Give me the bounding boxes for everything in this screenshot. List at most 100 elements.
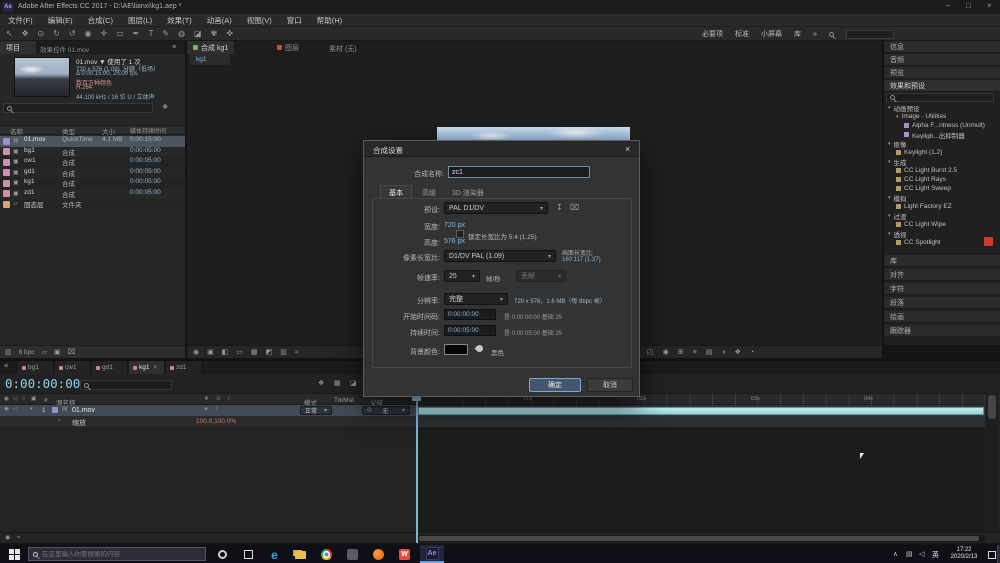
twirl-icon[interactable]: ▾ xyxy=(888,159,891,165)
frame-blending-icon[interactable]: ◪ xyxy=(350,380,357,387)
delete-icon[interactable]: ⌧ xyxy=(68,349,76,356)
frame-rate-dropdown[interactable]: 25 ▾ xyxy=(444,270,480,282)
help-search-input[interactable] xyxy=(845,29,894,39)
region-of-interest-icon[interactable]: ▭ xyxy=(236,349,243,356)
project-row[interactable]: ▤ 01.mov QuickTime 4.1 MB 0:00:15:00 xyxy=(0,136,185,147)
property-value[interactable]: 100.0,100.0% xyxy=(196,418,236,425)
workspace-libraries[interactable]: 库 xyxy=(794,29,801,39)
timeline-button-icon[interactable]: ◔ xyxy=(750,349,754,356)
composition-mini-flowchart-icon[interactable]: ❖ xyxy=(318,380,324,387)
tree-item-effect[interactable]: CC Light Burst 2.5 xyxy=(884,166,998,175)
close-icon[interactable]: × xyxy=(987,2,992,10)
draft-3d-icon[interactable]: ▦ xyxy=(334,380,341,387)
menu-window[interactable]: 窗口 xyxy=(287,15,302,26)
layer-duration-bar[interactable] xyxy=(418,406,984,415)
pickwhip-icon[interactable]: ◎ xyxy=(367,407,372,414)
menu-animation[interactable]: 动画(A) xyxy=(207,15,232,26)
pan-behind-tool-icon[interactable]: ✛ xyxy=(101,30,108,38)
panel-tab-paint[interactable]: 绘画 xyxy=(884,311,1000,323)
horizontal-scrollbar[interactable] xyxy=(417,535,985,542)
delete-preset-icon[interactable]: ⌧ xyxy=(570,204,579,212)
toggle-switches-icon[interactable]: ◉ xyxy=(5,535,10,541)
project-row[interactable]: ▱ 固态层 文件夹 xyxy=(0,199,185,210)
layer-twirl-icon[interactable]: ▾ xyxy=(30,407,33,412)
stopwatch-icon[interactable]: ◔ xyxy=(57,418,61,424)
chrome-icon[interactable] xyxy=(320,548,333,561)
type-tool-icon[interactable]: T xyxy=(148,30,153,38)
tree-item-preset[interactable]: Keyligh...出抑制器 xyxy=(884,130,998,139)
selection-tool-icon[interactable]: ↖ xyxy=(6,30,13,38)
dialog-close-icon[interactable]: × xyxy=(625,144,630,154)
tree-item-effect[interactable]: CC Spotlight xyxy=(884,238,998,247)
mini-flowchart-icon[interactable]: ❖ xyxy=(735,349,741,356)
tray-expand-icon[interactable]: ∧ xyxy=(893,550,898,558)
tab-close-icon[interactable]: × xyxy=(153,365,157,371)
column-trkmat[interactable]: TrkMat xyxy=(334,397,354,404)
lock-aspect-label[interactable]: 锁定长宽比为 5:4 (1.25) xyxy=(468,231,537,241)
timeline-tab-zd1[interactable]: zd1 xyxy=(166,361,202,374)
column-type[interactable]: 类型 xyxy=(62,126,75,136)
item-name[interactable]: 固态层 xyxy=(24,199,60,209)
dialog-title-bar[interactable]: 合成设置 × xyxy=(364,141,639,157)
mask-shape-tool-icon[interactable]: ▭ xyxy=(116,30,124,38)
tree-group-keying[interactable]: ▾ 抠像 xyxy=(884,139,998,149)
panel-menu-icon[interactable]: ≡ xyxy=(4,363,8,370)
tree-item-effect[interactable]: Keylight (1.2) xyxy=(884,148,998,157)
label-chip[interactable] xyxy=(3,190,10,197)
minimize-icon[interactable]: – xyxy=(946,2,950,10)
twirl-icon[interactable]: ▾ xyxy=(888,231,891,237)
label-chip[interactable] xyxy=(3,158,10,166)
timeline-search-input[interactable] xyxy=(80,380,172,390)
transparency-grid-icon[interactable]: ▦ xyxy=(251,349,258,356)
channels-icon[interactable]: ◩ xyxy=(266,349,273,356)
item-name[interactable]: zd1 xyxy=(24,189,60,196)
taskbar-search-input[interactable] xyxy=(42,550,192,558)
preset-dropdown[interactable]: PAL D1/DV ▾ xyxy=(444,202,548,214)
item-name[interactable]: bg1 xyxy=(24,147,60,154)
exposure-icon[interactable]: ◑ xyxy=(721,349,725,356)
project-search-input[interactable] xyxy=(3,103,153,113)
video-eye-icon[interactable]: ◉ xyxy=(4,406,9,413)
comp-name-input[interactable] xyxy=(448,166,590,178)
project-row[interactable]: ▣ kg1 合成 0:00:05:00 xyxy=(0,178,185,189)
timeline-tab-bg1[interactable]: bg1 xyxy=(18,361,54,374)
new-folder-icon[interactable]: ▱ xyxy=(42,349,47,356)
pen-tool-icon[interactable]: ✒ xyxy=(133,30,140,38)
app-icon-gray[interactable] xyxy=(346,548,359,561)
label-chip[interactable] xyxy=(3,179,10,187)
panel-tab-paragraph[interactable]: 段落 xyxy=(884,297,1000,309)
graph-empty-area[interactable] xyxy=(417,427,985,532)
workspace-standard[interactable]: 标准 xyxy=(735,29,749,39)
panel-tab-character[interactable]: 字符 xyxy=(884,283,1000,295)
tab-layer[interactable]: 图层 xyxy=(271,41,305,54)
rulers-icon[interactable]: ▤ xyxy=(706,349,713,356)
property-name[interactable]: 缩放 xyxy=(72,418,86,428)
scrollbar-thumb[interactable] xyxy=(419,536,979,541)
timeline-tab-kg1[interactable]: kg1 × xyxy=(129,361,165,374)
column-size[interactable]: 大小 xyxy=(102,126,115,136)
panel-tab-libraries[interactable]: 库 xyxy=(884,255,1000,267)
current-timecode[interactable]: 0:00:00:00 xyxy=(5,376,80,391)
restore-icon[interactable]: □ xyxy=(966,2,971,10)
twirl-icon[interactable]: ▾ xyxy=(888,213,891,219)
property-row[interactable]: ◔ 缩放 100.0,100.0% xyxy=(0,416,416,427)
hand-tool-icon[interactable]: ✥ xyxy=(22,30,29,38)
menu-help[interactable]: 帮助(H) xyxy=(317,15,342,26)
camera-tool-icon[interactable]: ◉ xyxy=(85,30,92,38)
panel-tab-info[interactable]: 信息 xyxy=(884,41,1000,53)
flowchart-icon[interactable]: ❖ xyxy=(162,104,168,111)
layer-switch-icon[interactable]: ◈ xyxy=(204,406,208,413)
panel-tab-preview[interactable]: 预览 xyxy=(884,67,1000,79)
resolution-icon[interactable]: ▥ xyxy=(280,349,287,356)
item-name[interactable]: gd1 xyxy=(24,168,60,175)
layer-label-chip[interactable] xyxy=(52,407,58,413)
after-effects-taskbar-button[interactable]: Ae xyxy=(420,545,444,563)
tab-project[interactable]: 项目 xyxy=(0,41,36,54)
comp-viewer-tab[interactable]: kg1 xyxy=(190,54,230,65)
dialog-tab-basic[interactable]: 基本 xyxy=(380,185,412,199)
pixel-aspect-dropdown[interactable]: D1/DV PAL (1.09) ▾ xyxy=(444,250,556,262)
dialog-tab-advanced[interactable]: 高级 xyxy=(422,188,436,198)
tree-group-generate[interactable]: ▾ 生成 xyxy=(884,157,998,167)
effects-search-input[interactable] xyxy=(886,93,994,102)
menu-composition[interactable]: 合成(C) xyxy=(88,15,113,26)
